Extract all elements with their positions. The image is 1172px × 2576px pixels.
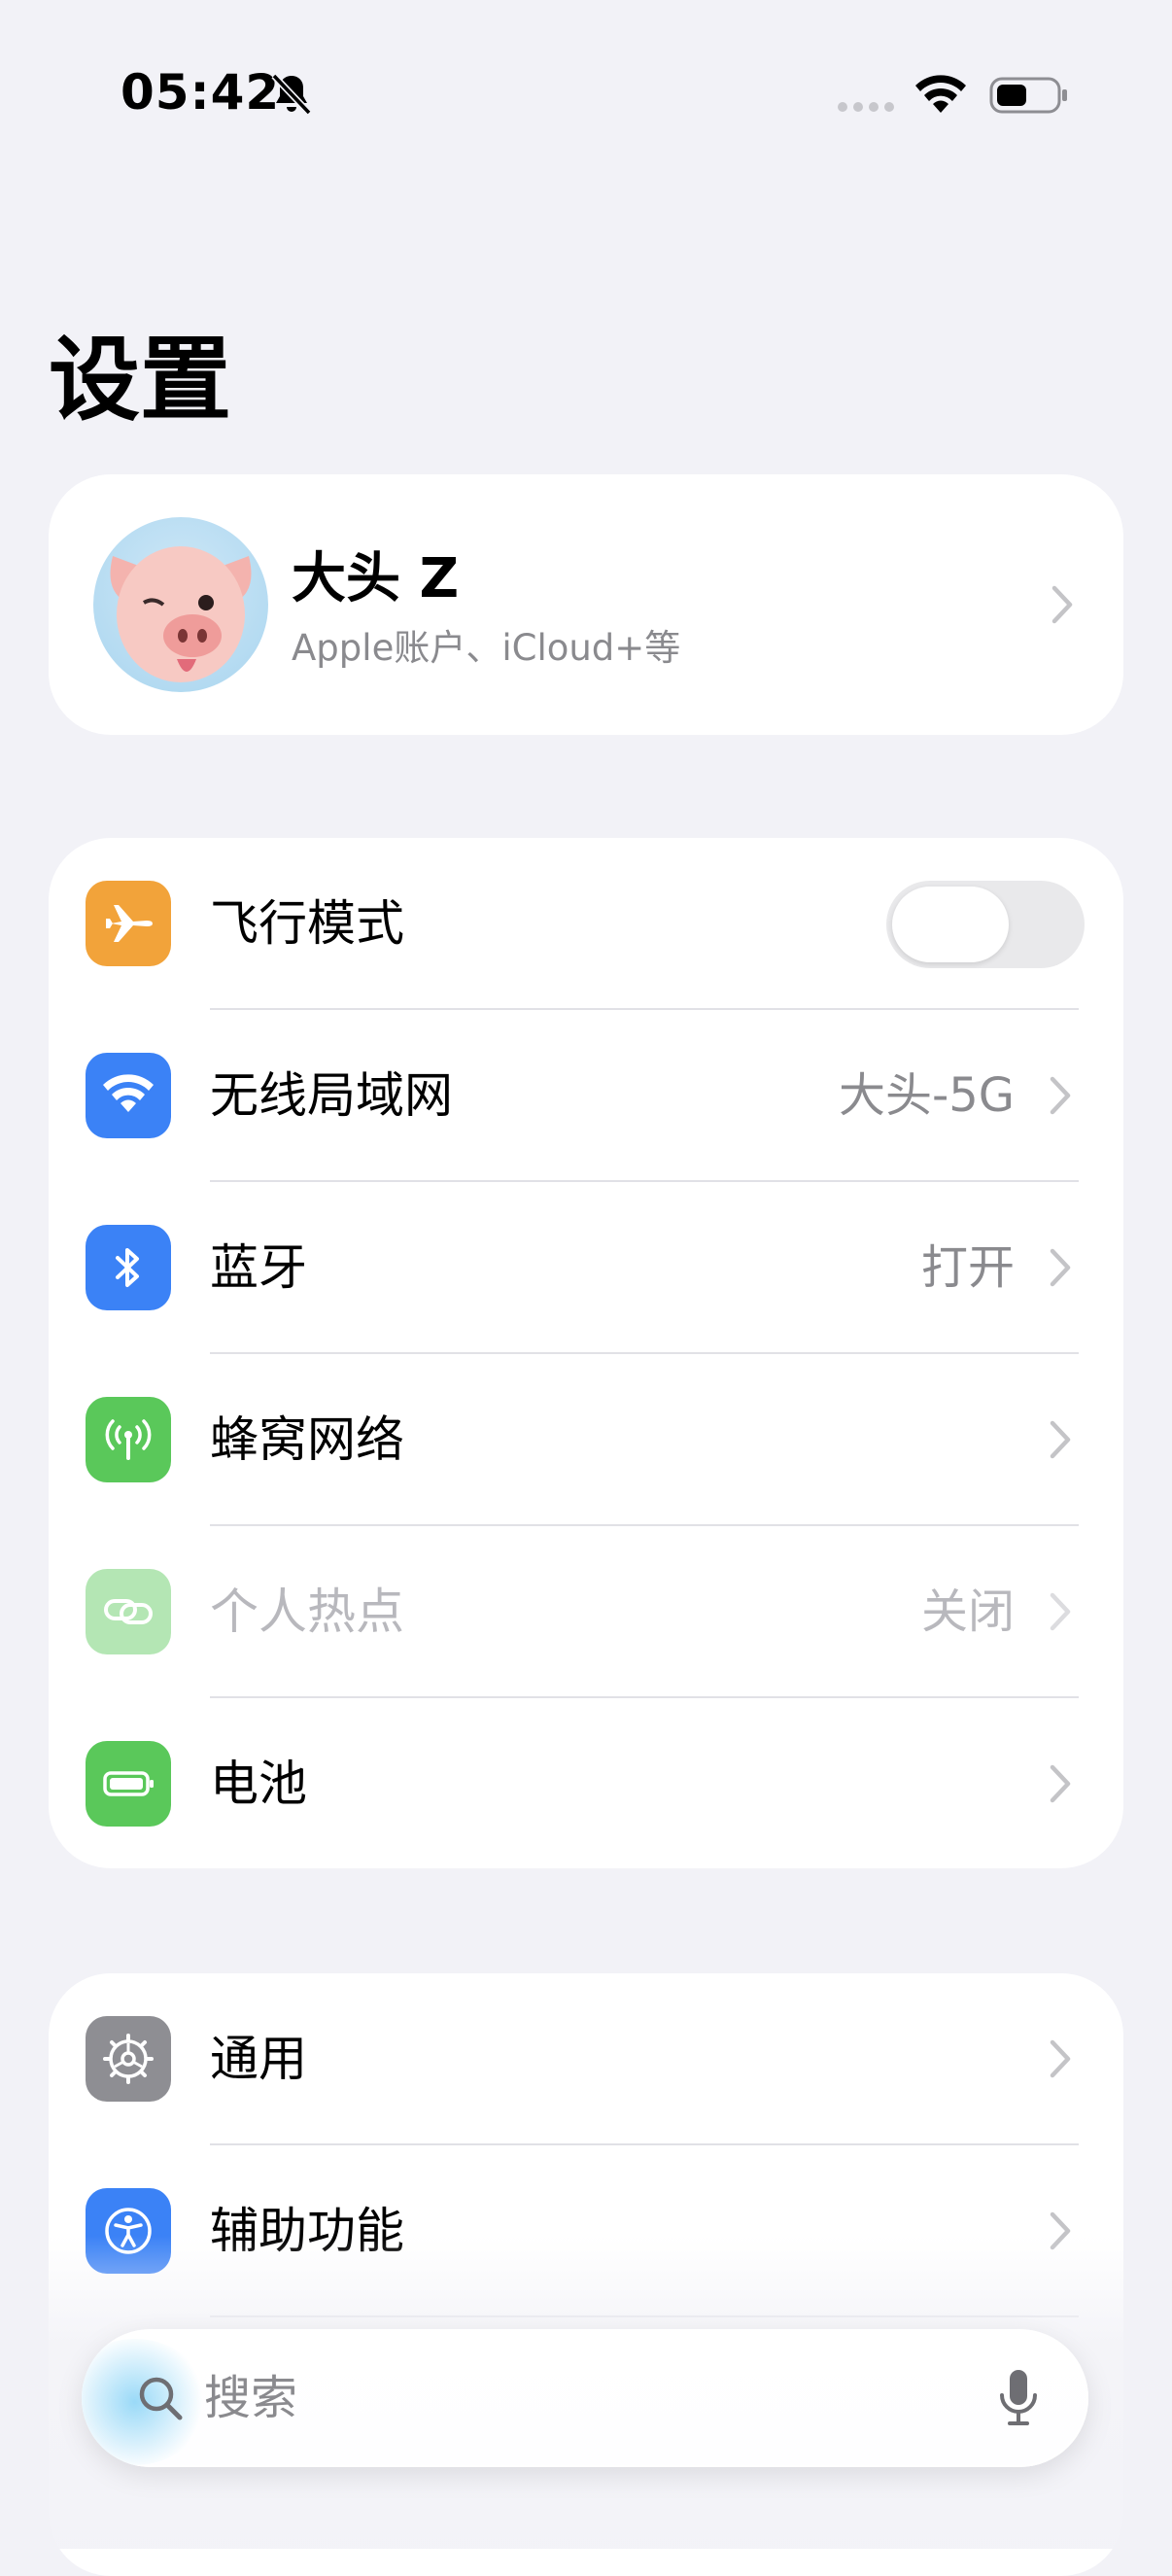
row-label: 通用 — [210, 2031, 307, 2087]
toggle-knob — [892, 887, 1009, 962]
airplane-mode-toggle[interactable] — [886, 881, 1085, 968]
gear-icon — [86, 2016, 171, 2102]
status-time: 05:42 — [121, 64, 281, 121]
chevron-right-icon — [1050, 1420, 1071, 1459]
bell-slash-icon — [271, 73, 312, 116]
search-icon — [139, 2377, 183, 2420]
row-cellular[interactable]: 蜂窝网络 — [49, 1354, 1123, 1526]
row-label: 个人热点 — [210, 1584, 404, 1640]
row-value: 大头-5G — [838, 1068, 1015, 1123]
account-subtitle: Apple账户、iCloud+等 — [292, 627, 681, 669]
row-personal-hotspot[interactable]: 个人热点 关闭 — [49, 1526, 1123, 1698]
row-label: 飞行模式 — [210, 895, 404, 952]
chevron-right-icon — [1050, 1248, 1071, 1287]
row-label: 辅助功能 — [210, 2203, 404, 2259]
chevron-right-icon — [1050, 1592, 1071, 1631]
row-label: 蜂窝网络 — [210, 1411, 404, 1468]
settings-group-general: 通用 辅助功能 — [49, 1973, 1123, 2576]
row-label: 无线局域网 — [210, 1067, 453, 1124]
chevron-right-icon — [1050, 1764, 1071, 1803]
pig-memoji-icon — [110, 546, 252, 682]
accessibility-icon — [86, 2188, 171, 2274]
chevron-right-icon — [1050, 2039, 1071, 2078]
chevron-right-icon — [1050, 1076, 1071, 1115]
wifi-icon — [915, 75, 966, 113]
microphone-icon[interactable] — [997, 2368, 1040, 2428]
antenna-icon — [86, 1397, 171, 1482]
row-battery[interactable]: 电池 — [49, 1698, 1123, 1868]
row-airplane-mode[interactable]: 飞行模式 — [49, 838, 1123, 1010]
row-value: 打开 — [920, 1240, 1015, 1295]
row-bluetooth[interactable]: 蓝牙 打开 — [49, 1182, 1123, 1354]
account-card[interactable]: 大头 Z Apple账户、iCloud+等 — [49, 474, 1123, 735]
search-input[interactable]: 搜索 — [204, 2329, 297, 2467]
row-value: 关闭 — [920, 1584, 1015, 1639]
hotspot-icon — [86, 1569, 171, 1654]
wifi-icon — [86, 1053, 171, 1138]
row-accessibility[interactable]: 辅助功能 — [49, 2145, 1123, 2317]
avatar — [93, 517, 268, 692]
row-label: 蓝牙 — [210, 1239, 307, 1296]
settings-group-connectivity: 飞行模式 无线局域网 大头-5G 蓝牙 打开 蜂窝网络 个人热点 关闭 电池 — [49, 838, 1123, 1868]
account-name: 大头 Z — [292, 547, 460, 610]
battery-icon — [86, 1741, 171, 1827]
status-bar: 05:42 — [0, 0, 1172, 185]
divider — [210, 2315, 1079, 2317]
airplane-icon — [86, 881, 171, 966]
chevron-right-icon — [1051, 585, 1073, 624]
row-label: 电池 — [210, 1756, 307, 1812]
signal-icon — [838, 102, 894, 112]
bluetooth-icon — [86, 1225, 171, 1310]
row-wlan[interactable]: 无线局域网 大头-5G — [49, 1010, 1123, 1182]
row-general[interactable]: 通用 — [49, 1973, 1123, 2145]
battery-icon — [989, 77, 1067, 114]
chevron-right-icon — [1050, 2211, 1071, 2250]
search-bar[interactable]: 搜索 — [82, 2329, 1088, 2467]
page-title: 设置 — [49, 328, 232, 434]
